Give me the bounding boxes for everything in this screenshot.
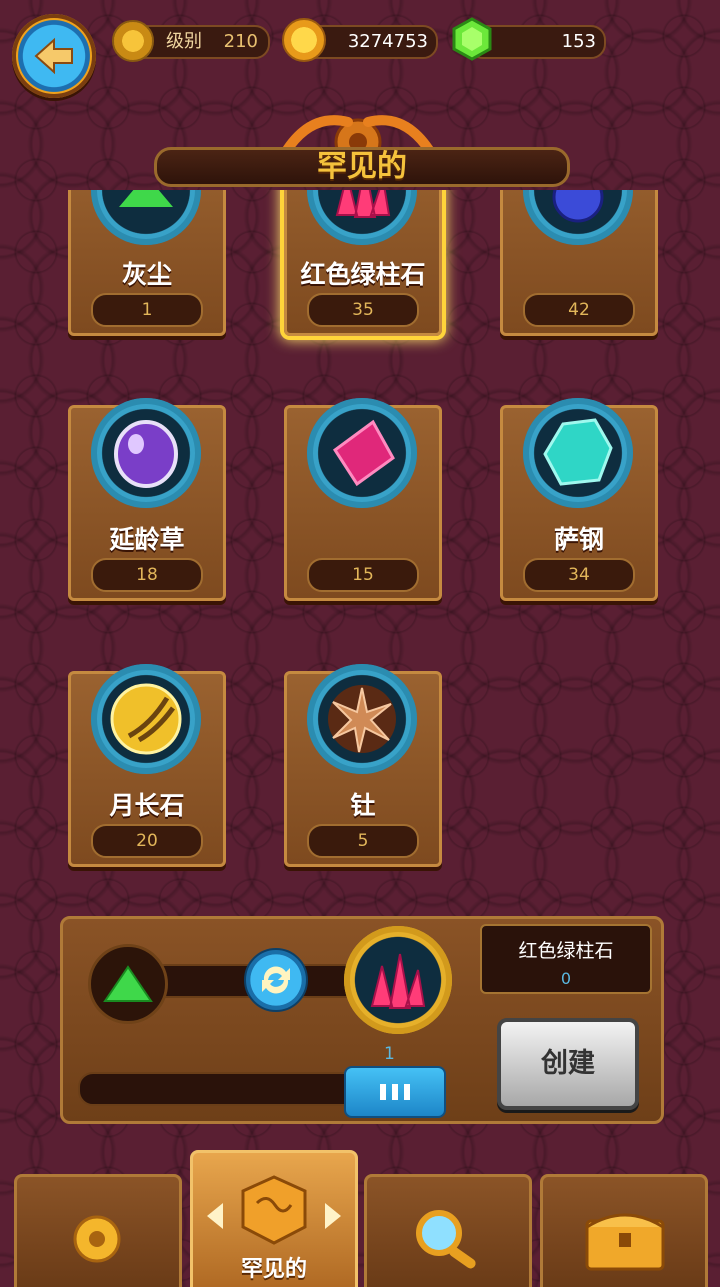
chest-icon [585, 1213, 665, 1271]
level-label: 级别 [166, 31, 202, 52]
craft-amount: 1 [384, 1044, 395, 1064]
item-name: 灰尘 [121, 260, 172, 289]
result-info: 红色绿柱石 0 [480, 924, 652, 994]
item-gear [91, 190, 201, 245]
result-count: 0 [560, 969, 572, 988]
item-gear [91, 398, 201, 508]
item-card[interactable]: 萨钢 34 [500, 398, 658, 601]
item-card-selected[interactable]: 红色绿柱石 35 [284, 190, 442, 336]
thorium-icon [328, 685, 396, 753]
item-card[interactable]: 15 [284, 398, 442, 601]
green-gem-icon [452, 17, 492, 61]
item-card[interactable]: 42 [500, 190, 658, 336]
red-crystal-icon [370, 953, 426, 1009]
ingredient-slot[interactable] [88, 944, 168, 1024]
tab-chest[interactable] [540, 1174, 708, 1287]
item-card[interactable]: 钍 5 [284, 664, 442, 867]
green-dust-icon [119, 190, 173, 207]
item-gear [307, 190, 417, 245]
chevron-right-icon[interactable] [323, 1201, 345, 1231]
coin-value: 3274753 [347, 31, 428, 52]
item-name: 萨钢 [553, 525, 604, 554]
magnifier-icon [416, 1210, 476, 1269]
tab-label: 罕见的 [240, 1257, 307, 1282]
item-count: 18 [91, 558, 203, 592]
item-count: 34 [523, 558, 635, 592]
level-value: 210 [223, 31, 258, 52]
item-gear [523, 190, 633, 245]
purple-orb-icon [114, 420, 178, 488]
item-card[interactable]: 灰尘 1 [68, 190, 226, 336]
coin-icon [282, 18, 326, 62]
slider-handle[interactable] [344, 1066, 446, 1118]
item-card[interactable]: 月长石 20 [68, 664, 226, 867]
teal-crystal-icon [543, 418, 613, 486]
create-button[interactable]: 创建 [497, 1018, 639, 1110]
item-count: 15 [307, 558, 419, 592]
tab-search[interactable] [364, 1174, 532, 1287]
green-dust-icon [103, 965, 153, 1002]
item-name: 红色绿柱石 [300, 260, 426, 289]
moonstone-icon [110, 683, 182, 755]
dice-icon [241, 1175, 307, 1245]
level-gear-icon [112, 20, 154, 62]
tab-settings[interactable] [14, 1174, 182, 1287]
item-grid[interactable]: 灰尘 1 红色绿柱石 35 42 延龄草 18 15 萨钢 34 月长石 20 … [0, 190, 720, 890]
result-slot[interactable] [344, 926, 452, 1034]
blue-ore-icon [552, 190, 604, 223]
item-gear [523, 398, 633, 508]
item-name: 钍 [350, 791, 376, 820]
refresh-icon [262, 966, 290, 994]
item-gear [307, 664, 417, 774]
grip-icon [380, 1084, 410, 1100]
pink-gem-icon [332, 419, 395, 487]
tab-rare[interactable]: 罕见的 [190, 1150, 358, 1287]
item-count: 20 [91, 824, 203, 858]
swap-button[interactable] [244, 948, 308, 1012]
page-title: 罕见的 [154, 147, 570, 187]
item-count: 42 [523, 293, 635, 327]
back-button[interactable] [12, 14, 96, 98]
red-crystal-icon [335, 190, 391, 218]
item-gear [91, 664, 201, 774]
item-name: 月长石 [109, 791, 185, 820]
item-count: 5 [307, 824, 419, 858]
item-count: 1 [91, 293, 203, 327]
chevron-left-icon[interactable] [203, 1201, 225, 1231]
gear-icon [73, 1215, 121, 1263]
gem-value: 153 [561, 31, 596, 52]
item-card[interactable]: 延龄草 18 [68, 398, 226, 601]
item-gear [307, 398, 417, 508]
result-name: 红色绿柱石 [518, 940, 614, 962]
item-count: 35 [307, 293, 419, 327]
arrow-left-icon [34, 37, 73, 75]
item-name: 延龄草 [109, 525, 185, 554]
